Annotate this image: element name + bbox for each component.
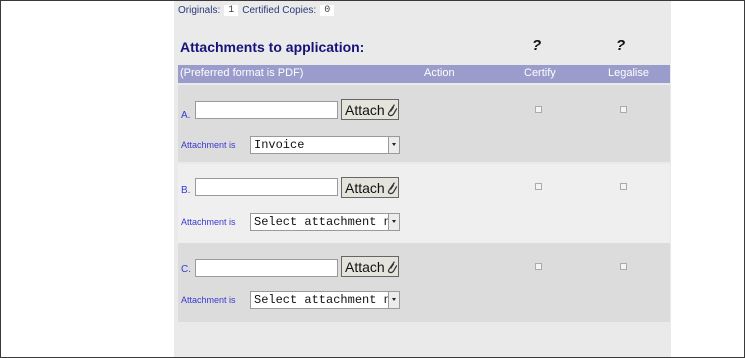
attachment-row-a: A. Attach Attachment is Invoice: [178, 85, 670, 162]
attachment-type-select[interactable]: Invoice: [250, 136, 400, 154]
attachment-row-c: C. Attach Attachment is Select attachmen…: [178, 243, 670, 322]
format-note: (Preferred format is PDF): [180, 67, 304, 79]
attachment-type-value: Select attachment n: [254, 293, 391, 307]
attachment-type-select[interactable]: Select attachment n: [250, 291, 400, 309]
attachment-row-b: B. Attach Attachment is Select attachmen…: [178, 164, 670, 243]
attach-button[interactable]: Attach: [341, 256, 399, 277]
legalise-checkbox[interactable]: [620, 183, 627, 190]
chevron-down-icon: [388, 292, 399, 308]
file-path-input[interactable]: [195, 101, 338, 119]
row-letter: C.: [181, 264, 191, 275]
copies-line: Originals: 1 Certified Copies: 0: [178, 5, 335, 16]
attach-button[interactable]: Attach: [341, 177, 399, 198]
legalise-checkbox[interactable]: [620, 263, 627, 270]
chevron-down-icon: [388, 214, 399, 230]
attachment-type-select[interactable]: Select attachment n: [250, 213, 400, 231]
certified-copies-value[interactable]: 0: [320, 5, 335, 16]
legalise-checkbox[interactable]: [620, 106, 627, 113]
paperclip-icon: [387, 103, 397, 116]
certify-column-header: Certify: [524, 67, 556, 79]
screenshot-frame: Originals: 1 Certified Copies: 0 Attachm…: [0, 0, 745, 358]
action-column-header: Action: [424, 67, 455, 79]
attachment-type-label: Attachment is: [181, 140, 236, 150]
legalise-help-icon[interactable]: ?: [616, 37, 625, 54]
attach-button-label: Attach: [345, 179, 385, 196]
certify-checkbox[interactable]: [535, 106, 542, 113]
paperclip-icon: [387, 181, 397, 194]
legalise-column-header: Legalise: [608, 67, 649, 79]
file-path-input[interactable]: [195, 178, 338, 196]
row-letter: A.: [181, 110, 191, 121]
attachment-type-label: Attachment is: [181, 295, 236, 305]
certify-checkbox[interactable]: [535, 183, 542, 190]
attach-button-label: Attach: [345, 258, 385, 275]
row-letter: B.: [181, 185, 191, 196]
chevron-down-icon: [388, 137, 399, 153]
attachments-panel: Originals: 1 Certified Copies: 0 Attachm…: [174, 1, 671, 357]
originals-label: Originals:: [178, 5, 221, 16]
originals-value[interactable]: 1: [224, 5, 239, 16]
attachment-type-value: Invoice: [254, 138, 305, 152]
file-path-input[interactable]: [195, 259, 338, 277]
attach-button-label: Attach: [345, 101, 385, 118]
attachment-type-value: Select attachment n: [254, 215, 391, 229]
section-title: Attachments to application:: [180, 39, 365, 55]
attach-button[interactable]: Attach: [341, 99, 399, 120]
table-header: (Preferred format is PDF) Action Certify…: [178, 65, 670, 83]
certified-copies-label: Certified Copies:: [242, 5, 317, 16]
certify-checkbox[interactable]: [535, 263, 542, 270]
certify-help-icon[interactable]: ?: [532, 37, 541, 54]
attachment-type-label: Attachment is: [181, 217, 236, 227]
paperclip-icon: [387, 260, 397, 273]
